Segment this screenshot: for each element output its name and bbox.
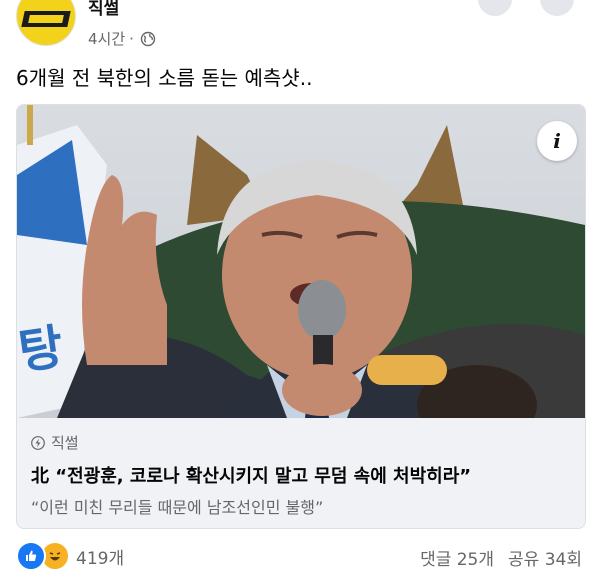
- reaction-count[interactable]: 419개: [76, 544, 124, 569]
- like-icon: [16, 541, 46, 571]
- link-image[interactable]: 탕 i: [17, 105, 585, 418]
- link-headline[interactable]: 北 “전광훈, 코로나 확산시키지 말고 무덤 속에 처박히라”: [31, 462, 471, 488]
- bolt-icon: [31, 435, 45, 450]
- header-action-button[interactable]: [478, 0, 512, 16]
- photo-illustration: 탕: [17, 105, 585, 418]
- globe-icon: [140, 31, 156, 46]
- comment-count[interactable]: 댓글 25개: [420, 545, 494, 570]
- link-card[interactable]: 탕 i 직썰 北 “전광훈, 코로나 확산시키지 말고 무덤 속에 처박히라” …: [16, 104, 586, 529]
- post-text: 6개월 전 북한의 소름 돋는 예측샷..: [16, 66, 313, 90]
- page-avatar[interactable]: [16, 0, 76, 46]
- post-meta: 4시간 ·: [88, 28, 156, 49]
- page-logo: [21, 11, 71, 27]
- info-icon[interactable]: i: [537, 121, 577, 161]
- post-author[interactable]: 직썰: [88, 0, 119, 19]
- post-time[interactable]: 4시간: [88, 28, 125, 49]
- svg-text:탕: 탕: [17, 319, 67, 381]
- share-count[interactable]: 공유 34회: [508, 545, 582, 570]
- reaction-summary[interactable]: 419개: [16, 541, 124, 571]
- link-source: 직썰: [31, 432, 79, 453]
- meta-separator: ·: [129, 29, 134, 48]
- link-source-name: 직썰: [51, 434, 79, 452]
- engagement-stats: 댓글 25개 공유 34회: [420, 545, 582, 570]
- link-description: “이런 미친 무리들 때문에 남조선인민 불행”: [31, 498, 324, 517]
- header-more-button[interactable]: [540, 0, 574, 16]
- link-card-body[interactable]: 직썰 北 “전광훈, 코로나 확산시키지 말고 무덤 속에 처박히라” “이런 …: [17, 418, 585, 528]
